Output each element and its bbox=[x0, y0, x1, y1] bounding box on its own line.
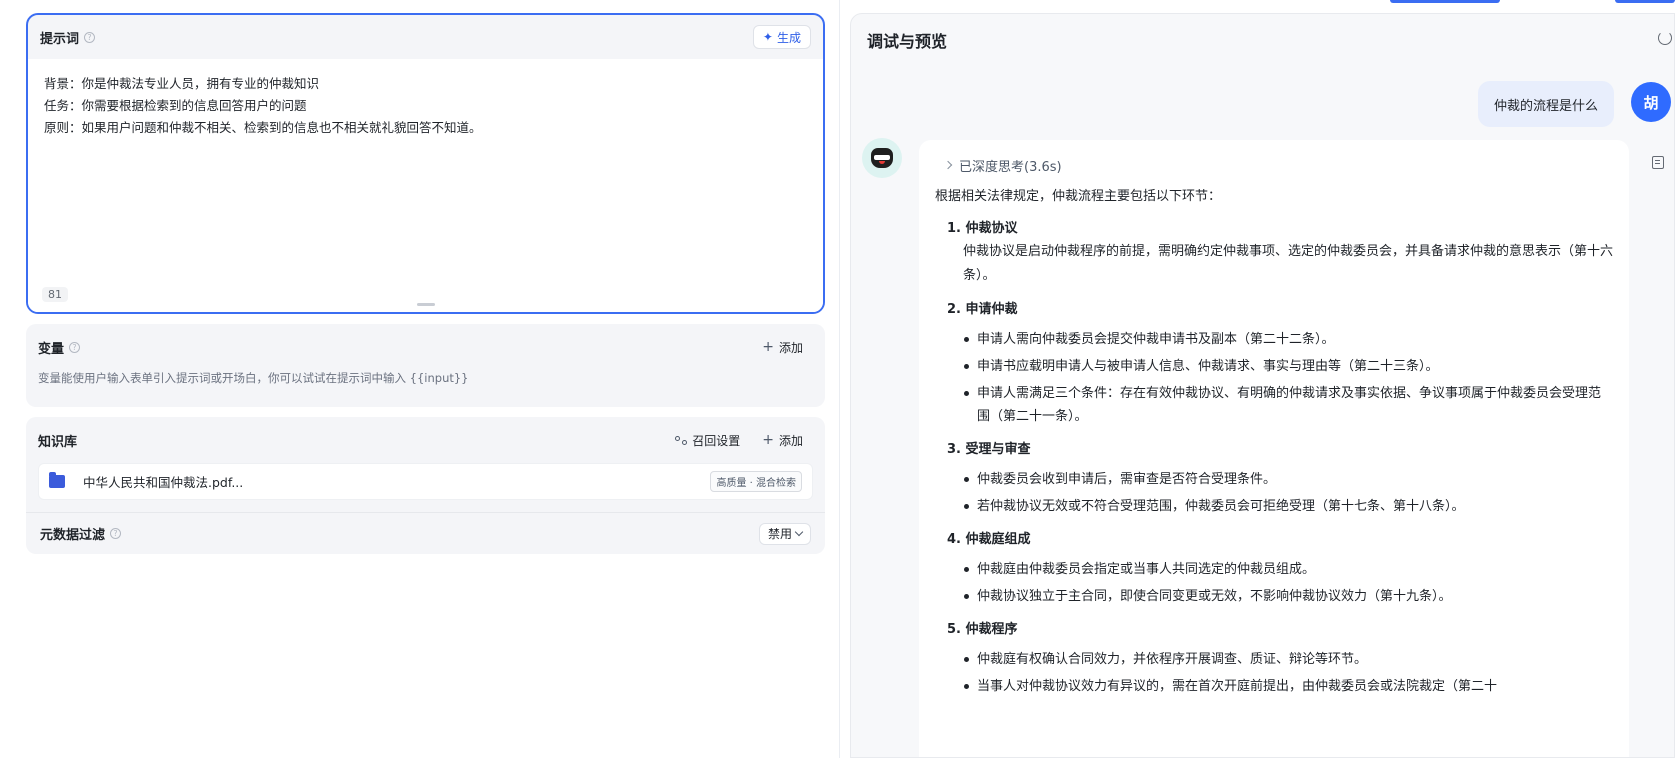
list-item: 仲裁庭由仲裁委员会指定或当事人共同选定的仲裁员组成。 bbox=[964, 558, 1613, 581]
answer-section: 1. 仲裁协议仲裁协议是启动仲裁程序的前提，需明确约定仲裁事项、选定的仲裁委员会… bbox=[935, 219, 1613, 288]
prompt-line: 原则：如果用户问题和仲裁不相关、检索到的信息也不相关就礼貌回答不知道。 bbox=[44, 120, 482, 135]
section-title: 1. 仲裁协议 bbox=[947, 221, 1018, 236]
answer-section: 5. 仲裁程序仲裁庭有权确认合同效力，并依程序开展调查、质证、辩论等环节。 当事人… bbox=[935, 620, 1613, 698]
section-title: 2. 申请仲裁 bbox=[947, 302, 1018, 317]
answer-section: 2. 申请仲裁申请人需向仲裁委员会提交仲裁申请书及副本（第二十二条）。 申请书应载… bbox=[935, 300, 1613, 428]
prompt-line: 背景：你是仲裁法专业人员，拥有专业的仲裁知识 bbox=[44, 76, 320, 91]
settings-nodes-icon bbox=[675, 435, 688, 445]
metadata-filter-label: 元数据过滤 bbox=[40, 528, 106, 543]
bullet-list: 仲裁庭由仲裁委员会指定或当事人共同选定的仲裁员组成。 仲裁协议独立于主合同，即使合… bbox=[947, 558, 1613, 608]
preview-panel: 调试与预览 仲裁的流程是什么 胡 已深度思考(3.6s) 根据相关法律规定，仲裁… bbox=[850, 13, 1675, 758]
refresh-icon[interactable] bbox=[1658, 31, 1672, 45]
list-item: 当事人对仲裁协议效力有异议的，需在首次开庭前提出，由仲裁委员会或法院裁定（第二十 bbox=[964, 675, 1613, 698]
list-item: 申请人需满足三个条件：存在有效仲裁协议、有明确的仲裁请求及事实依据、争议事项属于… bbox=[964, 382, 1613, 428]
variables-header: 变量 ? + 添加 bbox=[38, 324, 813, 370]
knowledge-title: 知识库 bbox=[38, 434, 78, 450]
variables-title: 变量 bbox=[38, 341, 65, 357]
user-message: 仲裁的流程是什么 bbox=[1477, 81, 1614, 127]
metadata-filter-row: 元数据过滤 ? 禁用 bbox=[26, 512, 825, 554]
variables-card: 变量 ? + 添加 变量能使用户输入表单引入提示词或开场白，你可以试试在提示词中… bbox=[26, 324, 825, 407]
prompt-card: 提示词 ? ✦ 生成 背景：你是仲裁法专业人员，拥有专业的仲裁知识 任务：你需要… bbox=[26, 13, 825, 314]
char-count-badge: 81 bbox=[42, 287, 68, 302]
list-item: 申请书应载明申请人与被申请人信息、仲裁请求、事实与理由等（第二十三条）。 bbox=[964, 355, 1613, 378]
add-variable-button[interactable]: + 添加 bbox=[762, 339, 813, 356]
chevron-right-icon bbox=[943, 160, 953, 170]
prompt-editor[interactable]: 背景：你是仲裁法专业人员，拥有专业的仲裁知识 任务：你需要根据检索到的信息回答用… bbox=[28, 59, 823, 312]
folder-icon bbox=[49, 472, 65, 488]
top-button-edge[interactable] bbox=[1615, 0, 1675, 3]
chevron-down-icon bbox=[794, 527, 804, 537]
generate-button[interactable]: ✦ 生成 bbox=[752, 25, 811, 49]
help-icon[interactable]: ? bbox=[84, 31, 96, 43]
config-panel: 提示词 ? ✦ 生成 背景：你是仲裁法专业人员，拥有专业的仲裁知识 任务：你需要… bbox=[0, 0, 840, 758]
preview-title: 调试与预览 bbox=[867, 32, 948, 51]
help-icon[interactable]: ? bbox=[110, 528, 122, 539]
metadata-filter-select[interactable]: 禁用 bbox=[758, 522, 811, 545]
prompt-line: 任务：你需要根据检索到的信息回答用户的问题 bbox=[44, 98, 307, 113]
assistant-message: 已深度思考(3.6s) 根据相关法律规定，仲裁流程主要包括以下环节： 1. 仲裁… bbox=[919, 140, 1629, 757]
list-item: 若仲裁协议无效或不符合受理范围，仲裁委员会可拒绝受理（第十七条、第十八条）。 bbox=[964, 495, 1613, 518]
help-icon[interactable]: ? bbox=[69, 341, 81, 353]
plus-icon: + bbox=[762, 432, 774, 448]
section-body: 仲裁协议是启动仲裁程序的前提，需明确约定仲裁事项、选定的仲裁委员会，并具备请求仲… bbox=[963, 244, 1614, 283]
bullet-list: 仲裁委员会收到申请后，需审查是否符合受理条件。 若仲裁协议无效或不符合受理范围，仲… bbox=[947, 468, 1613, 518]
retrieval-mode-badge: 高质量 · 混合检索 bbox=[710, 471, 802, 492]
resize-handle[interactable] bbox=[416, 303, 435, 306]
sparkle-icon: ✦ bbox=[762, 30, 773, 44]
thinking-toggle[interactable]: 已深度思考(3.6s) bbox=[935, 152, 1613, 178]
thinking-label: 已深度思考(3.6s) bbox=[959, 159, 1062, 175]
list-item: 申请人需向仲裁委员会提交仲裁申请书及副本（第二十二条）。 bbox=[964, 328, 1613, 351]
answer-intro: 根据相关法律规定，仲裁流程主要包括以下环节： bbox=[935, 189, 1222, 204]
generate-label: 生成 bbox=[776, 30, 801, 45]
metadata-filter-value: 禁用 bbox=[767, 527, 792, 541]
bullet-list: 申请人需向仲裁委员会提交仲裁申请书及副本（第二十二条）。 申请书应载明申请人与被申… bbox=[947, 328, 1613, 428]
recall-settings-button[interactable]: 召回设置 bbox=[675, 432, 740, 449]
knowledge-header: 知识库 召回设置 + 添加 bbox=[26, 417, 825, 463]
add-label: 添加 bbox=[778, 340, 803, 355]
robot-icon bbox=[871, 148, 893, 168]
section-title: 4. 仲裁庭组成 bbox=[947, 532, 1031, 547]
add-label: 添加 bbox=[778, 433, 803, 448]
list-item: 仲裁委员会收到申请后，需审查是否符合受理条件。 bbox=[964, 468, 1613, 491]
answer-section: 4. 仲裁庭组成仲裁庭由仲裁委员会指定或当事人共同选定的仲裁员组成。 仲裁协议独立… bbox=[935, 530, 1613, 608]
knowledge-item-name: 中华人民共和国仲裁法.pdf... bbox=[83, 475, 244, 490]
section-title: 5. 仲裁程序 bbox=[947, 622, 1018, 637]
prompt-title: 提示词 bbox=[40, 31, 80, 47]
add-knowledge-button[interactable]: + 添加 bbox=[762, 432, 803, 449]
bullet-list: 仲裁庭有权确认合同效力，并依程序开展调查、质证、辩论等环节。 当事人对仲裁协议效力… bbox=[947, 648, 1613, 698]
list-item: 仲裁协议独立于主合同，即使合同变更或无效，不影响仲裁协议效力（第十九条）。 bbox=[964, 585, 1613, 608]
recall-label: 召回设置 bbox=[692, 433, 741, 448]
knowledge-item[interactable]: 中华人民共和国仲裁法.pdf... 高质量 · 混合检索 bbox=[38, 463, 813, 500]
bot-avatar bbox=[862, 138, 902, 178]
prompt-header: 提示词 ? ✦ 生成 bbox=[28, 15, 823, 59]
plus-icon: + bbox=[762, 339, 774, 355]
answer-section: 3. 受理与审查仲裁委员会收到申请后，需审查是否符合受理条件。 若仲裁协议无效或不… bbox=[935, 440, 1613, 518]
document-icon[interactable] bbox=[1652, 156, 1664, 169]
knowledge-card: 知识库 召回设置 + 添加 中华人民共和国仲裁法.pdf... 高质量 · 混合… bbox=[26, 417, 825, 554]
top-button-edge[interactable] bbox=[1390, 0, 1500, 3]
list-item: 仲裁庭有权确认合同效力，并依程序开展调查、质证、辩论等环节。 bbox=[964, 648, 1613, 671]
variables-description: 变量能使用户输入表单引入提示词或开场白，你可以试试在提示词中输入 {{input… bbox=[38, 371, 469, 385]
section-title: 3. 受理与审查 bbox=[947, 442, 1031, 457]
avatar: 胡 bbox=[1631, 82, 1671, 122]
